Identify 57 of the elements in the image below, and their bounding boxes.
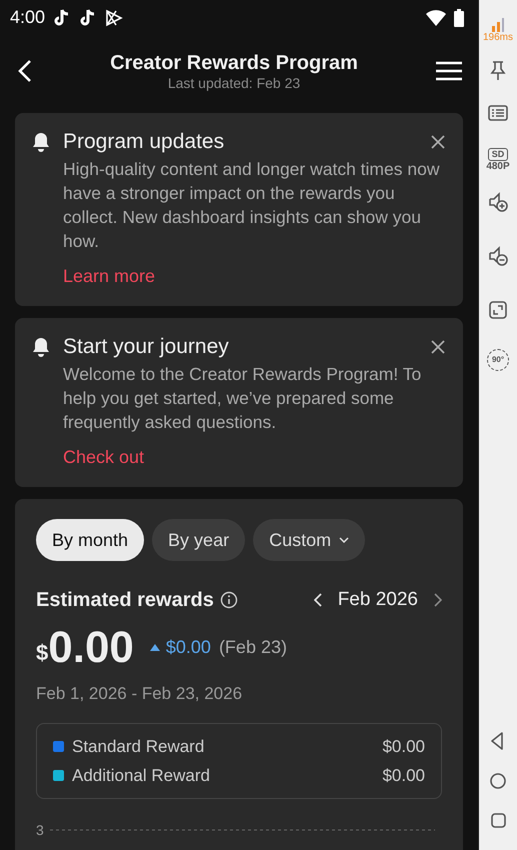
last-updated-text: Last updated: Feb 23 [166,75,302,91]
close-button[interactable] [431,340,445,354]
status-time: 4:00 [10,6,46,29]
previous-month-button[interactable] [314,593,322,607]
volume-down-icon[interactable] [488,246,508,266]
notice-text: High-quality content and longer watch times now have a stronger impact on the rewards you collect. New dashboard insights can show you how. [62,158,440,253]
chevron-left-icon [314,593,322,607]
nav-back-icon[interactable] [490,732,506,750]
notice-link[interactable]: Learn more [63,263,156,290]
filter-tab[interactable]: By year [152,519,246,561]
info-icon [220,591,238,609]
close-icon [431,135,445,149]
nav-home-icon[interactable] [490,772,506,790]
rewards-title: Estimated rewards [36,588,214,613]
battery-icon [454,8,464,26]
latency-text: 196ms [482,32,513,44]
reward-amount: 0.00 [48,623,134,673]
notice-link[interactable]: Check out [63,444,144,471]
axis-tick-label: 3 [36,822,44,836]
filter-tab[interactable]: By month [36,519,144,561]
keyboard-icon[interactable] [488,105,508,121]
back-icon [18,59,32,83]
bell-icon [31,337,51,357]
up-triangle-icon [150,644,160,651]
signal-icon [491,18,505,32]
change-date: (Feb 23) [218,636,287,659]
rotate-button[interactable]: 90° [487,349,509,371]
close-icon [431,340,445,354]
legend-value: $0.00 [382,736,425,758]
caret-icon [339,537,350,543]
notice-text: Welcome to the Creator Rewards Program! To help you get started, we’ve prepared some frequently asked questions. [62,363,422,434]
legend-label: Standard Reward [72,736,206,758]
bell-icon [31,132,51,152]
back-button[interactable] [18,59,32,83]
menu-icon [436,61,462,81]
notice-title: Program updates [63,129,226,155]
currency-symbol: $ [36,639,48,667]
quality-label: 480P [486,161,510,173]
notice-title: Start your journey [63,334,230,360]
period-label: Feb 2026 [338,588,418,612]
menu-button[interactable] [436,61,462,81]
legend-value: $0.00 [382,764,425,786]
nav-recents-icon[interactable] [490,812,506,830]
volume-up-icon[interactable] [488,192,508,212]
filter-tab[interactable]: Custom [253,519,366,561]
pin-icon[interactable] [490,61,506,81]
change-amount: $0.00 [150,634,211,661]
play-triangle-icon [105,8,124,26]
quality-badge[interactable]: SD [488,148,508,161]
fullscreen-icon[interactable] [489,301,507,319]
legend-label: Additional Reward [72,764,211,786]
chevron-right-icon [434,593,442,607]
close-button[interactable] [431,135,445,149]
next-month-button[interactable] [434,593,442,607]
wifi-icon [426,10,446,26]
date-range: Feb 1, 2026 - Feb 23, 2026 [36,683,244,705]
page-title: Creator Rewards Program [109,51,359,75]
